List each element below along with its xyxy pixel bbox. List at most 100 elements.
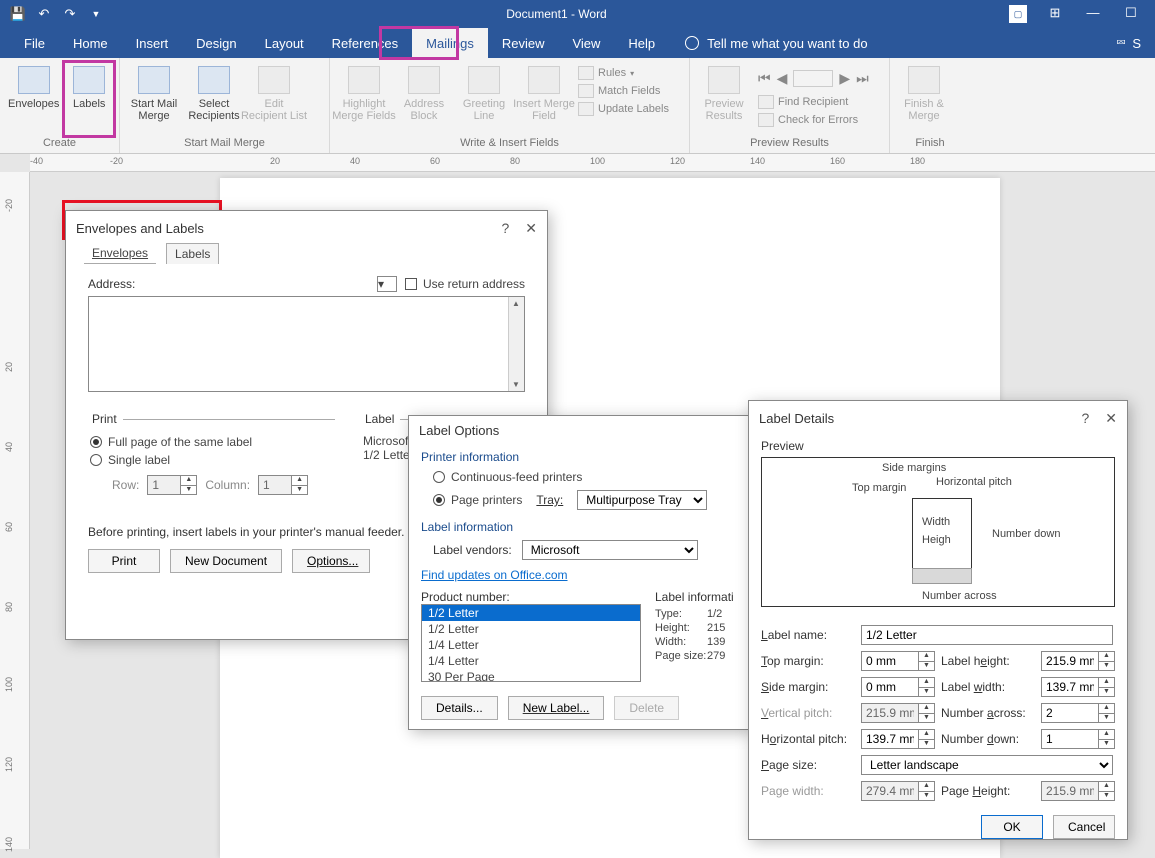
vendors-select[interactable]: Microsoft (522, 540, 698, 560)
ribbon-display-icon[interactable]: ⊞ (1045, 5, 1065, 23)
full-page-radio[interactable]: Full page of the same label (90, 435, 252, 449)
row-spinner: ▲▼ (147, 475, 197, 495)
insertfield-icon (528, 66, 560, 94)
column-label: Column: (205, 478, 250, 492)
labelname-input[interactable] (861, 625, 1113, 645)
labelheight-label: Label height: (941, 654, 1041, 668)
prev-icon: ◀ (777, 70, 788, 87)
horizontal-ruler[interactable]: -40 -20 20 40 60 80 100 120 140 160 180 (30, 154, 1155, 172)
update-labels-button: Update Labels (598, 103, 669, 115)
dlg1-close-icon[interactable]: ✕ (525, 220, 537, 237)
rules-icon (578, 66, 594, 80)
maximize-icon[interactable]: ☐ (1121, 5, 1141, 23)
share-icon[interactable]: ⮹ (1116, 35, 1126, 51)
vpitch-spinner: ▲▼ (861, 703, 941, 723)
address-book-icon[interactable]: ▾ (377, 276, 397, 292)
select-recipients-button[interactable]: Select Recipients (188, 62, 240, 122)
single-label-radio[interactable]: Single label (90, 453, 170, 467)
tab-labels[interactable]: Labels (166, 243, 219, 264)
labels-icon (73, 66, 105, 94)
findrec-icon (758, 95, 774, 109)
tab-references[interactable]: References (318, 28, 412, 58)
product-number-list[interactable]: 1/2 Letter 1/2 Letter 1/4 Letter 1/4 Let… (421, 604, 641, 682)
pageheight-spinner: ▲▼ (1041, 781, 1121, 801)
tab-mailings[interactable]: Mailings (412, 28, 488, 58)
options-button[interactable]: Options... (292, 549, 370, 573)
greeting-line-button: Greeting Line (458, 62, 510, 122)
new-document-button[interactable]: New Document (170, 549, 282, 573)
save-icon[interactable]: 💾 (10, 6, 26, 22)
nacross-spinner[interactable]: ▲▼ (1041, 703, 1121, 723)
dlg1-help-icon[interactable]: ? (501, 220, 509, 237)
tab-view[interactable]: View (558, 28, 614, 58)
ndown-spinner[interactable]: ▲▼ (1041, 729, 1121, 749)
tab-envelopes[interactable]: Envelopes (84, 243, 156, 264)
vertical-ruler[interactable]: -20 20 40 60 80 100 120 140 (0, 172, 30, 849)
topmargin-label: Top margin: (761, 654, 861, 668)
title-bar: 💾 ↶ ↷ ▼ Document1 - Word ▢ ⊞ — ☐ (0, 0, 1155, 28)
column-spinner: ▲▼ (258, 475, 308, 495)
preview-results-button: Preview Results (698, 62, 750, 122)
sidemargin-label: Side margin: (761, 680, 861, 694)
product-number-label: Product number: (421, 590, 641, 604)
checkerr-icon (758, 113, 774, 127)
envelope-icon (18, 66, 50, 94)
page-printers-radio[interactable]: Page printers (433, 493, 522, 507)
hpitch-label: Horizontal pitch: (761, 732, 861, 746)
find-updates-link[interactable]: Find updates on Office.com (421, 568, 568, 582)
label-info-heading: Label information (421, 520, 739, 534)
qat-customize-icon[interactable]: ▼ (88, 6, 104, 22)
match-icon (578, 84, 594, 98)
tray-label: Tray: (536, 493, 563, 507)
dlg3-close-icon[interactable]: ✕ (1105, 410, 1117, 427)
scrollbar[interactable] (508, 297, 524, 391)
tab-layout[interactable]: Layout (251, 28, 318, 58)
recipients-icon (198, 66, 230, 94)
new-label-button[interactable]: New Label... (508, 696, 605, 720)
pagesize-label: Page size: (761, 758, 861, 772)
tab-home[interactable]: Home (59, 28, 122, 58)
first-icon: ⏮ (758, 70, 771, 87)
tellme-text[interactable]: Tell me what you want to do (707, 36, 867, 51)
next-icon: ▶ (839, 70, 850, 87)
labelheight-spinner[interactable]: ▲▼ (1041, 651, 1121, 671)
details-button[interactable]: Details... (421, 696, 498, 720)
account-icon[interactable]: ▢ (1009, 5, 1027, 23)
label-options-dialog: Label Options Printer information Contin… (408, 415, 752, 730)
mail-merge-icon (138, 66, 170, 94)
tab-insert[interactable]: Insert (122, 28, 183, 58)
labels-button[interactable]: Labels (67, 62, 111, 110)
cancel-button[interactable]: Cancel (1053, 815, 1115, 839)
use-return-address-checkbox[interactable]: Use return address (405, 277, 525, 291)
labelname-label: Label name: (761, 628, 861, 642)
ndown-label: Number down: (941, 732, 1041, 746)
dlg3-help-icon[interactable]: ? (1081, 410, 1089, 427)
address-block-button: Address Block (398, 62, 450, 122)
envelopes-button[interactable]: Envelopes (8, 62, 59, 110)
topmargin-spinner[interactable]: ▲▼ (861, 651, 941, 671)
label-legend: Label (363, 412, 400, 426)
check-errors-button: Check for Errors (778, 114, 858, 126)
tray-select[interactable]: Multipurpose Tray (577, 490, 707, 510)
tab-file[interactable]: File (10, 28, 59, 58)
continuous-feed-radio[interactable]: Continuous-feed printers (433, 470, 582, 484)
pagesize-select[interactable]: Letter landscape (861, 755, 1113, 775)
sidemargin-spinner[interactable]: ▲▼ (861, 677, 941, 697)
start-mail-merge-button[interactable]: Start Mail Merge (128, 62, 180, 122)
ok-button[interactable]: OK (981, 815, 1043, 839)
minimize-icon[interactable]: — (1083, 5, 1103, 23)
group-startmm-label: Start Mail Merge (128, 137, 321, 153)
tab-design[interactable]: Design (182, 28, 250, 58)
finish-merge-button: Finish & Merge (898, 62, 950, 122)
share-text[interactable]: S (1132, 36, 1141, 51)
redo-icon[interactable]: ↷ (62, 6, 78, 22)
tab-review[interactable]: Review (488, 28, 559, 58)
tab-help[interactable]: Help (614, 28, 669, 58)
undo-icon[interactable]: ↶ (36, 6, 52, 22)
menu-bar: File Home Insert Design Layout Reference… (0, 28, 1155, 58)
print-button[interactable]: Print (88, 549, 160, 573)
address-textarea[interactable] (88, 296, 525, 392)
delete-label-button[interactable]: Delete (614, 696, 679, 720)
labelwidth-spinner[interactable]: ▲▼ (1041, 677, 1121, 697)
hpitch-spinner[interactable]: ▲▼ (861, 729, 941, 749)
